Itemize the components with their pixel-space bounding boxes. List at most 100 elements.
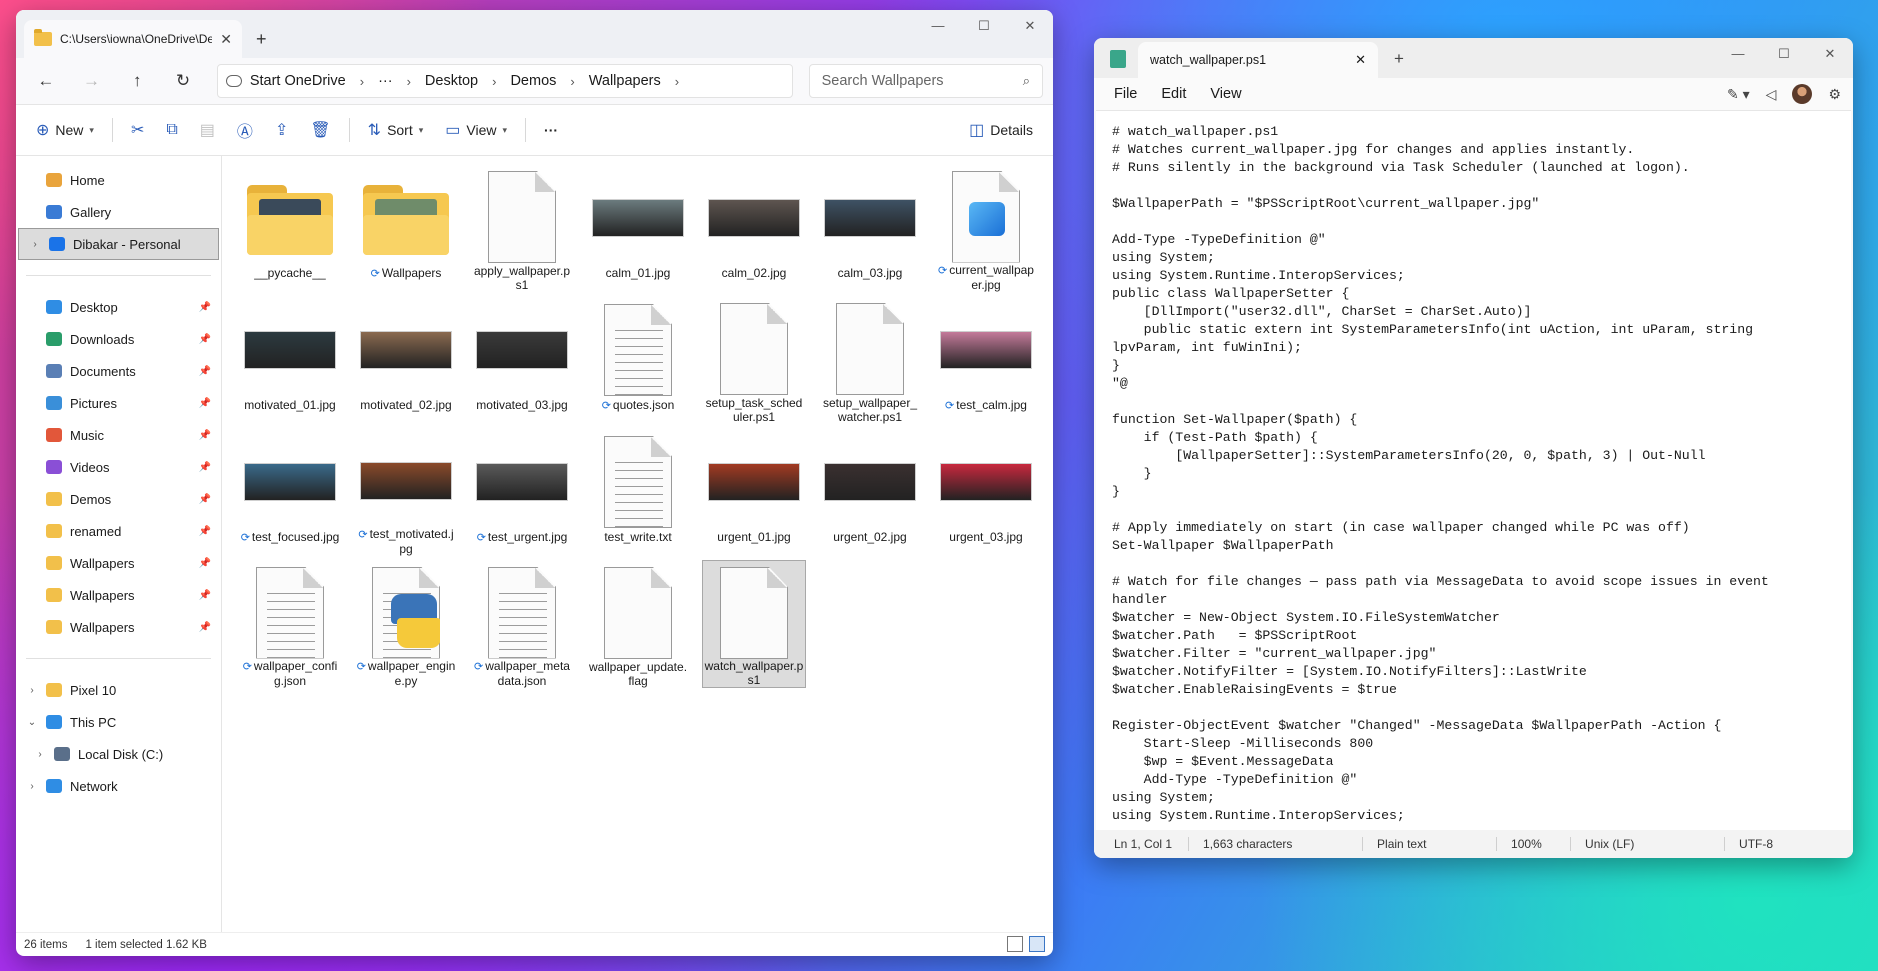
minimize-button[interactable]: — <box>915 10 961 42</box>
paste-button[interactable]: ▤ <box>190 113 225 147</box>
pin-icon[interactable]: 📌 <box>199 366 211 377</box>
sidebar-item[interactable]: renamed 📌 <box>16 515 221 547</box>
pin-icon[interactable]: 📌 <box>199 430 211 441</box>
maximize-button[interactable]: ☐ <box>1761 38 1807 70</box>
encoding[interactable]: UTF-8 <box>1739 837 1789 851</box>
sidebar-item[interactable]: ⌄ This PC <box>16 706 221 738</box>
sidebar-item[interactable]: › Dibakar - Personal <box>18 228 219 260</box>
close-button[interactable]: ✕ <box>1807 38 1853 70</box>
pin-icon[interactable]: 📌 <box>199 526 211 537</box>
refresh-button[interactable]: ↻ <box>163 65 203 97</box>
see-more-button[interactable]: ··· <box>534 113 568 147</box>
explorer-tab[interactable]: C:\Users\iowna\OneDrive\De ✕ <box>24 20 242 58</box>
sidebar-item[interactable]: Gallery <box>16 196 221 228</box>
expand-chevron-icon[interactable]: › <box>26 781 38 792</box>
file-item[interactable]: motivated_02.jpg <box>354 296 458 424</box>
sidebar-item[interactable]: Wallpapers 📌 <box>16 547 221 579</box>
sidebar-item[interactable]: Music 📌 <box>16 419 221 451</box>
file-item[interactable]: calm_03.jpg <box>818 164 922 292</box>
sidebar-item[interactable]: › Network <box>16 770 221 802</box>
forward-button[interactable]: → <box>72 65 112 97</box>
menu-view[interactable]: View <box>1200 86 1251 102</box>
share-button[interactable]: ⇪ <box>265 113 298 147</box>
file-item[interactable]: wallpaper_update.flag <box>586 560 690 688</box>
expand-chevron-icon[interactable]: › <box>34 749 46 760</box>
address-bar[interactable]: Start OneDrive › ··· › Desktop › Demos ›… <box>216 64 793 98</box>
file-item[interactable]: ⟳ current_wallpaper.jpg <box>934 164 1038 292</box>
maximize-button[interactable]: ☐ <box>961 10 1007 42</box>
details-button[interactable]: ◫ Details <box>959 113 1043 147</box>
minimize-button[interactable]: — <box>1715 38 1761 70</box>
sort-button[interactable]: ⇅ Sort ▾ <box>358 113 434 147</box>
file-item[interactable]: ⟳ quotes.json <box>586 296 690 424</box>
new-tab-button[interactable]: + <box>256 29 267 50</box>
breadcrumb-wallpapers[interactable]: Wallpapers <box>589 73 661 89</box>
sidebar-item[interactable]: Videos 📌 <box>16 451 221 483</box>
expand-chevron-icon[interactable]: › <box>26 685 38 696</box>
file-item[interactable]: setup_wallpaper_watcher.ps1 <box>818 296 922 424</box>
sidebar-item[interactable]: Pictures 📌 <box>16 387 221 419</box>
sidebar-item[interactable]: Desktop 📌 <box>16 291 221 323</box>
pin-icon[interactable]: 📌 <box>199 462 211 473</box>
rename-button[interactable]: Ⓐ <box>227 113 263 147</box>
expand-chevron-icon[interactable]: › <box>29 239 41 250</box>
copilot-rewrite-icon[interactable]: ✎ ▾ <box>1727 86 1750 103</box>
file-item[interactable]: __pycache__ <box>238 164 342 292</box>
sidebar-item[interactable]: › Local Disk (C:) <box>16 738 221 770</box>
file-item[interactable]: apply_wallpaper.ps1 <box>470 164 574 292</box>
pin-icon[interactable]: 📌 <box>199 334 211 345</box>
chevron-right-icon[interactable]: › <box>675 74 679 89</box>
start-onedrive-link[interactable]: Start OneDrive <box>250 73 346 89</box>
line-ending[interactable]: Unix (LF) <box>1585 837 1726 851</box>
expand-chevron-icon[interactable]: ⌄ <box>26 717 38 728</box>
new-button[interactable]: ⊕ New ▾ <box>26 113 104 147</box>
file-item[interactable]: ⟳ wallpaper_engine.py <box>354 560 458 688</box>
sidebar-item[interactable]: Downloads 📌 <box>16 323 221 355</box>
file-item[interactable]: urgent_01.jpg <box>702 428 806 556</box>
file-item[interactable]: urgent_02.jpg <box>818 428 922 556</box>
file-item[interactable]: motivated_03.jpg <box>470 296 574 424</box>
view-button[interactable]: ▭ View ▾ <box>435 113 517 147</box>
breadcrumb-desktop[interactable]: Desktop <box>425 73 478 89</box>
back-button[interactable]: ← <box>26 65 66 97</box>
search-input[interactable] <box>821 73 1012 89</box>
pin-icon[interactable]: 📌 <box>199 590 211 601</box>
sidebar-item[interactable]: Demos 📌 <box>16 483 221 515</box>
sidebar-item[interactable]: Wallpapers 📌 <box>16 611 221 643</box>
file-item[interactable]: ⟳ Wallpapers <box>354 164 458 292</box>
file-item[interactable]: ⟳ test_urgent.jpg <box>470 428 574 556</box>
zoom-level[interactable]: 100% <box>1511 837 1572 851</box>
feedback-icon[interactable]: ◁ <box>1766 86 1777 103</box>
pin-icon[interactable]: 📌 <box>199 494 211 505</box>
file-item[interactable]: calm_02.jpg <box>702 164 806 292</box>
file-item[interactable]: motivated_01.jpg <box>238 296 342 424</box>
sidebar-item[interactable]: Home <box>16 164 221 196</box>
avatar[interactable] <box>1792 84 1813 104</box>
pin-icon[interactable]: 📌 <box>199 558 211 569</box>
file-item[interactable]: urgent_03.jpg <box>934 428 1038 556</box>
close-button[interactable]: ✕ <box>1007 10 1053 42</box>
menu-file[interactable]: File <box>1104 86 1147 102</box>
cut-button[interactable]: ✂ <box>121 113 154 147</box>
details-view-button[interactable] <box>1007 936 1023 952</box>
sidebar-item[interactable]: › Pixel 10 <box>16 674 221 706</box>
file-item[interactable]: ⟳ test_motivated.jpg <box>354 428 458 556</box>
file-item[interactable]: calm_01.jpg <box>586 164 690 292</box>
text-editor[interactable]: # watch_wallpaper.ps1 # Watches current_… <box>1096 110 1851 830</box>
new-tab-button[interactable]: + <box>1394 49 1404 69</box>
file-item[interactable]: test_write.txt <box>586 428 690 556</box>
sidebar-item[interactable]: Documents 📌 <box>16 355 221 387</box>
breadcrumb-demos[interactable]: Demos <box>510 73 556 89</box>
pin-icon[interactable]: 📌 <box>199 622 211 633</box>
close-tab-icon[interactable]: ✕ <box>220 31 232 48</box>
settings-gear-icon[interactable]: ⚙ <box>1828 86 1841 103</box>
file-item[interactable]: ⟳ wallpaper_metadata.json <box>470 560 574 688</box>
delete-button[interactable]: 🗑 <box>300 113 340 147</box>
file-item[interactable]: ⟳ test_focused.jpg <box>238 428 342 556</box>
notepad-tab[interactable]: watch_wallpaper.ps1 ✕ <box>1138 42 1378 78</box>
close-tab-icon[interactable]: ✕ <box>1355 52 1366 68</box>
menu-edit[interactable]: Edit <box>1151 86 1196 102</box>
sidebar-item[interactable]: Wallpapers 📌 <box>16 579 221 611</box>
file-item[interactable]: ⟳ test_calm.jpg <box>934 296 1038 424</box>
large-icons-view-button[interactable] <box>1029 936 1045 952</box>
